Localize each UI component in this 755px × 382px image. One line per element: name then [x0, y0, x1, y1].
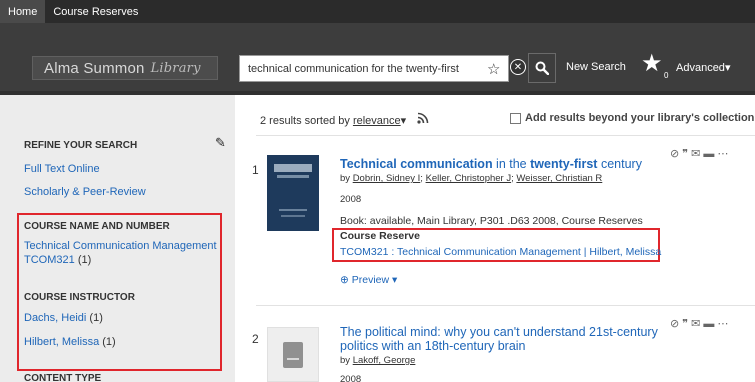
preview-label: Preview: [351, 274, 390, 286]
add-beyond-label: Add results beyond your library's collec…: [525, 112, 755, 124]
cover-subtitle-band: [277, 175, 309, 178]
results-panel: 2 results sorted by relevance▾ Add resul…: [237, 95, 755, 382]
sort-relevance-dropdown[interactable]: relevance: [353, 115, 401, 127]
header: Alma Summon Library technical communicat…: [0, 23, 755, 95]
search-input[interactable]: technical communication for the twenty-f…: [239, 55, 509, 82]
refine-title: REFINE YOUR SEARCH: [24, 140, 138, 151]
result-title-link[interactable]: The political mind: why you can't unders…: [340, 325, 658, 353]
title-highlight: twenty-first: [530, 157, 598, 171]
clear-search-button[interactable]: ✕: [510, 59, 526, 75]
advanced-search-link[interactable]: Advanced▾: [676, 61, 730, 74]
cover-title-band: [274, 164, 312, 172]
checkbox[interactable]: [510, 112, 521, 124]
book-cover-thumbnail[interactable]: [267, 155, 319, 231]
search-icon: [535, 61, 549, 75]
more-icon[interactable]: ⋯: [717, 318, 731, 330]
logo-library-text: Library: [150, 60, 201, 76]
course-reserve-label: Course Reserve: [340, 230, 420, 242]
save-search-star-icon[interactable]: ☆: [487, 60, 500, 78]
new-search-link[interactable]: New Search: [566, 61, 626, 73]
rss-icon[interactable]: [417, 112, 429, 127]
instructor-name: Dachs, Heidi: [24, 312, 87, 324]
result-actions: ⊘❞✉▬⋯: [670, 317, 731, 330]
sort-summary: 2 results sorted by relevance▾: [260, 112, 429, 127]
more-icon[interactable]: ⋯: [717, 148, 731, 160]
close-icon: ✕: [511, 60, 525, 74]
result-number: 2: [252, 332, 259, 346]
tab-course-reserves[interactable]: Course Reserves: [45, 0, 146, 23]
result-year: 2008: [340, 374, 362, 382]
top-nav: Home Course Reserves: [0, 0, 755, 23]
result-actions: ⊘❞✉▬⋯: [670, 147, 731, 160]
result-count: 2 results sorted by: [260, 115, 350, 127]
divider: [256, 305, 755, 306]
author-link[interactable]: Dobrin, Sidney I: [353, 173, 421, 184]
search-query: technical communication for the twenty-f…: [248, 62, 459, 75]
title-text: century: [597, 157, 642, 171]
title-text: in the: [492, 157, 531, 171]
by-label: by: [340, 355, 351, 366]
cover-author-band: [279, 209, 307, 211]
by-label: by: [340, 173, 351, 184]
result-authors: by Lakoff, George: [340, 355, 415, 366]
result-authors: by Dobrin, Sidney I; Keller, Christopher…: [340, 173, 603, 184]
course-reserve-link[interactable]: TCOM321 : Technical Communication Manage…: [340, 246, 661, 258]
folder-icon[interactable]: ▬: [703, 318, 717, 330]
folder-icon[interactable]: ▬: [703, 148, 717, 160]
facet-count: (1): [89, 312, 103, 324]
result-year: 2008: [340, 194, 362, 205]
saved-items-count: 0: [664, 71, 669, 80]
saved-items-star-icon[interactable]: ★: [641, 52, 663, 76]
content-type-heading: CONTENT TYPE: [24, 373, 102, 382]
email-icon[interactable]: ✉: [691, 148, 703, 160]
preview-icon: ⊕: [340, 274, 349, 286]
cite-icon[interactable]: ❞: [682, 148, 691, 160]
facet-count: (1): [102, 336, 116, 348]
caret-down-icon: ▾: [724, 62, 731, 74]
title-line: The political mind: why you can't unders…: [340, 325, 658, 339]
filter-scholarly-peer-review[interactable]: Scholarly & Peer-Review: [24, 186, 146, 198]
author-link[interactable]: Keller, Christopher J: [426, 173, 512, 184]
result-number: 1: [252, 163, 259, 177]
author-link[interactable]: Weisser, Christian R: [516, 173, 602, 184]
document-icon: [283, 342, 303, 368]
email-icon[interactable]: ✉: [691, 318, 703, 330]
instructor-name: Hilbert, Melissa: [24, 336, 100, 348]
search-button[interactable]: [528, 53, 556, 83]
course-name-line1: Technical Communication Management: [24, 240, 217, 252]
preview-toggle[interactable]: ⊕ Preview ▾: [340, 274, 397, 286]
result-title-link[interactable]: Technical communication in the twenty-fi…: [340, 157, 642, 171]
cover-author-band: [281, 215, 305, 217]
course-instructor-heading: COURSE INSTRUCTOR: [24, 292, 135, 303]
facet-instructor-hilbert[interactable]: Hilbert, Melissa (1): [24, 336, 116, 348]
facet-course-name[interactable]: Technical Communication Management TCOM3…: [24, 240, 217, 266]
facet-count: (1): [77, 254, 92, 266]
add-beyond-collection-toggle[interactable]: Add results beyond your library's collec…: [510, 112, 754, 124]
divider: [256, 135, 755, 136]
title-line: politics with an 18th-century brain: [340, 339, 526, 353]
link-icon[interactable]: ⊘: [670, 318, 682, 330]
logo[interactable]: Alma Summon Library: [32, 56, 218, 80]
filter-full-text-online[interactable]: Full Text Online: [24, 163, 100, 175]
pencil-icon[interactable]: ✎: [215, 135, 226, 151]
caret-down-icon: ▾: [392, 274, 398, 286]
tab-home[interactable]: Home: [0, 0, 46, 23]
facet-instructor-dachs[interactable]: Dachs, Heidi (1): [24, 312, 103, 324]
refine-sidebar: REFINE YOUR SEARCH ✎ Full Text Online Sc…: [0, 95, 235, 382]
advanced-label: Advanced: [676, 62, 725, 74]
caret-down-icon[interactable]: ▾: [401, 115, 407, 127]
cite-icon[interactable]: ❞: [682, 318, 691, 330]
book-cover-placeholder[interactable]: [267, 327, 319, 382]
logo-text: Alma Summon: [44, 59, 145, 77]
course-name-line2: TCOM321: [24, 254, 75, 266]
author-link[interactable]: Lakoff, George: [353, 355, 416, 366]
document-line: [287, 358, 299, 360]
title-highlight: Technical communication: [340, 157, 493, 171]
availability-link[interactable]: Book: available, Main Library, P301 .D63…: [340, 215, 643, 227]
course-name-heading: COURSE NAME AND NUMBER: [24, 221, 170, 232]
link-icon[interactable]: ⊘: [670, 148, 682, 160]
